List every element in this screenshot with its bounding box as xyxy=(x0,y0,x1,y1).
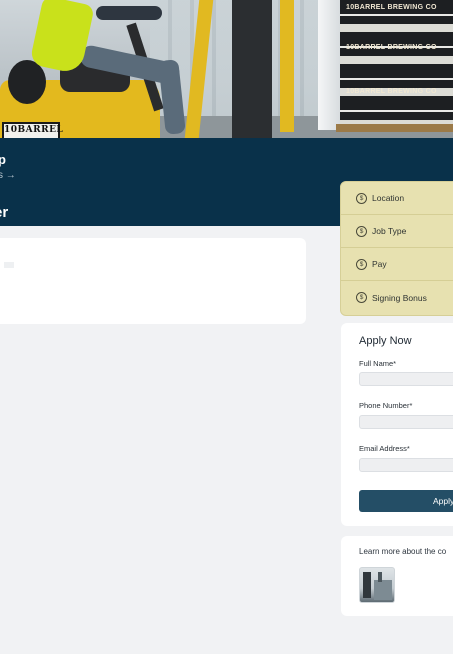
apply-button-label: Apply xyxy=(433,496,453,506)
detail-label: Job Type xyxy=(372,226,407,236)
forklift-logo: 10BARREL xyxy=(2,122,63,138)
company-thumbnail[interactable] xyxy=(359,567,395,603)
dollar-circle-icon: $ xyxy=(356,192,367,204)
full-name-input[interactable] xyxy=(359,372,453,386)
hero-image: 10BARREL 10BARREL BREWING CO 10BARREL BR… xyxy=(0,0,453,138)
company-link[interactable]: s → xyxy=(0,170,16,181)
dollar-circle-icon: $ xyxy=(356,292,367,303)
forklift-mast xyxy=(232,0,272,138)
thumbnail-building xyxy=(374,580,392,600)
beer-pallet xyxy=(340,0,453,128)
pallet-label: 10BARREL BREWING CO xyxy=(346,44,437,51)
apply-form-title: Apply Now xyxy=(359,335,412,347)
company-title: p xyxy=(0,152,6,167)
thumbnail-building xyxy=(363,572,371,598)
phone-number-input[interactable] xyxy=(359,415,453,429)
description-text-placeholder xyxy=(4,262,14,268)
worker-arm xyxy=(96,6,162,20)
email-address-input[interactable] xyxy=(359,458,453,472)
job-description-card xyxy=(0,238,306,324)
dollar-circle-icon: $ xyxy=(356,225,367,237)
learn-more-text: Learn more about the co xyxy=(359,547,447,556)
detail-label: Signing Bonus xyxy=(372,292,427,303)
learn-more-card: Learn more about the co xyxy=(341,536,453,616)
detail-location: $ Location xyxy=(341,182,453,215)
detail-label: Location xyxy=(372,193,405,203)
apply-button[interactable]: Apply xyxy=(359,490,453,512)
pallet-label: 10BARREL BREWING CO xyxy=(346,4,437,11)
dollar-circle-icon: $ xyxy=(356,258,367,270)
pallet-base xyxy=(336,124,453,132)
detail-pay: $ Pay xyxy=(341,248,453,281)
phone-number-label: Phone Number* xyxy=(359,401,413,410)
job-details-panel: $ Location $ Job Type $ Pay $ Signing Bo… xyxy=(340,181,453,316)
pallet-label: 10BARREL BREWING CO xyxy=(346,88,437,95)
forklift-mast-right xyxy=(280,0,294,132)
email-address-label: Email Address* xyxy=(359,444,410,453)
full-name-label: Full Name* xyxy=(359,359,397,368)
job-title: er xyxy=(0,204,9,221)
detail-job-type: $ Job Type xyxy=(341,215,453,248)
forklift-wheel xyxy=(8,60,46,104)
thumbnail-building xyxy=(378,572,382,582)
detail-signing-bonus: $ Signing Bonus xyxy=(341,281,453,314)
detail-label: Pay xyxy=(372,259,387,269)
apply-form: Apply Now Full Name* Phone Number* Email… xyxy=(341,323,453,526)
